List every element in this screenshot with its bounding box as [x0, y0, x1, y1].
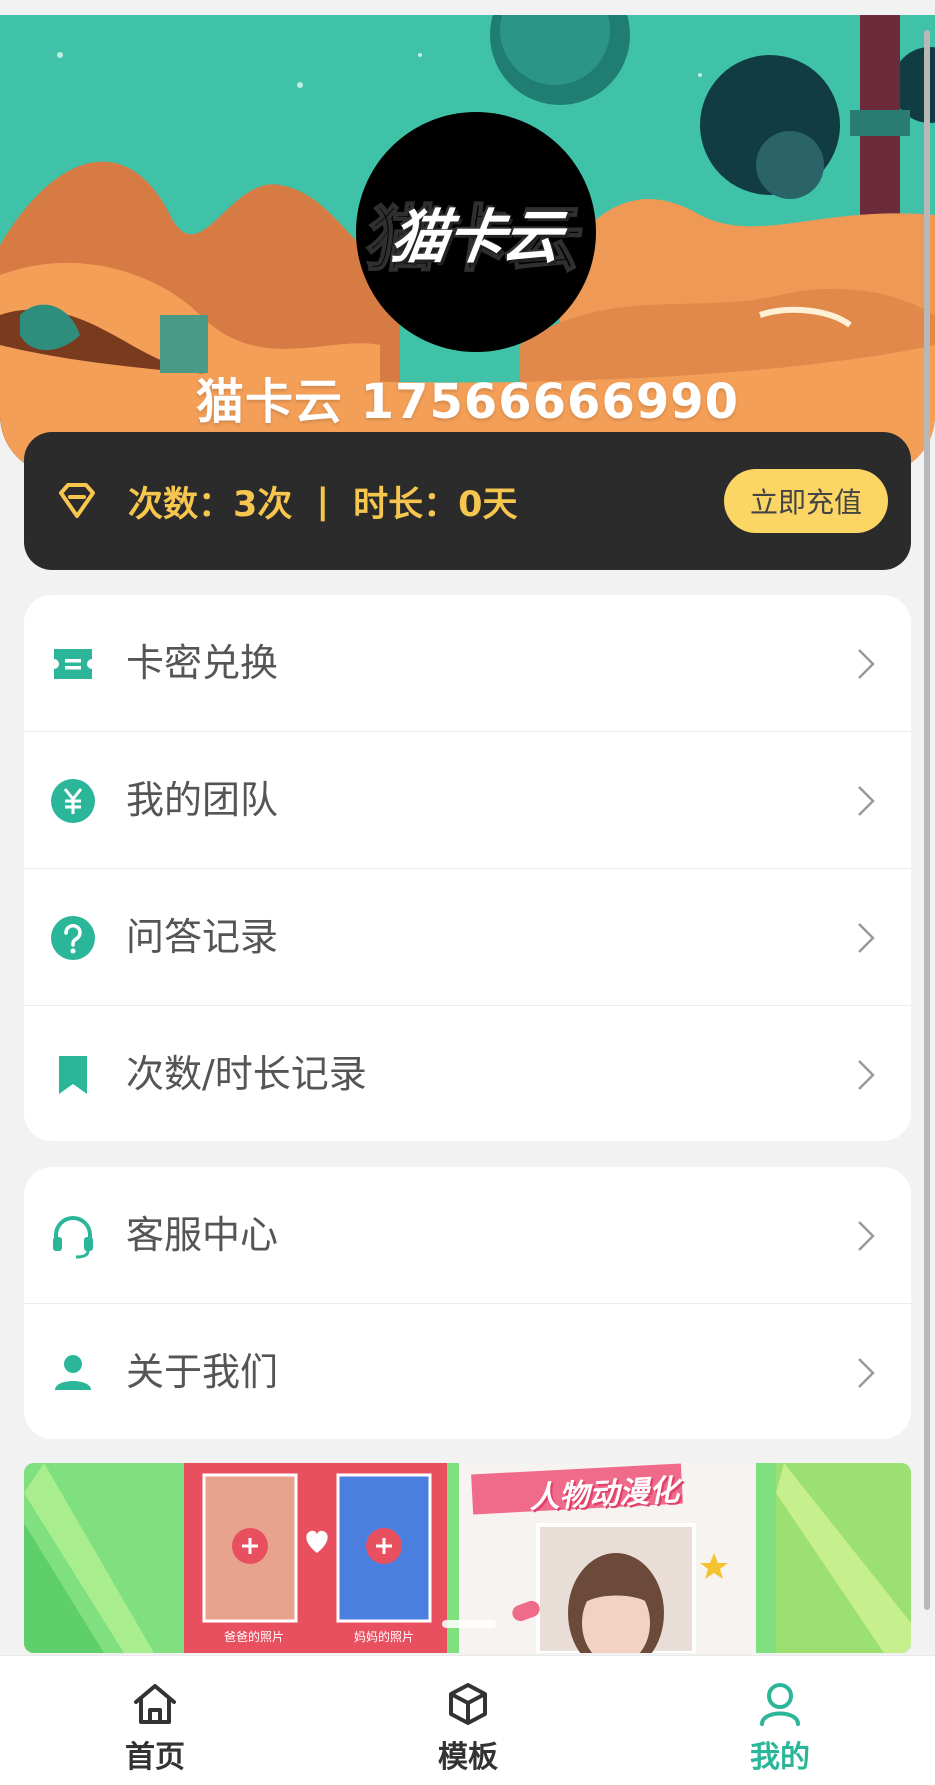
- cube-icon: [449, 1683, 487, 1725]
- menu-item-label: 我的团队: [126, 778, 279, 822]
- menu-item-label: 关于我们: [126, 1350, 279, 1394]
- support-menu-card: 客服中心 关于我们: [24, 1167, 911, 1439]
- chevron-right-icon: [858, 923, 875, 953]
- user-icon: [55, 1355, 91, 1390]
- status-bar: [0, 0, 935, 15]
- remaining-count: 次数：3次: [128, 485, 293, 525]
- banner-title: 人物动漫化: [528, 1473, 680, 1516]
- banner-caption-left: 爸爸的照片: [224, 1630, 285, 1644]
- menu-item-customer-service[interactable]: 客服中心: [24, 1167, 911, 1304]
- chevron-right-icon: [858, 1221, 875, 1251]
- menu-item-usage-records[interactable]: 次数/时长记录: [24, 1006, 911, 1141]
- menu-item-about-us[interactable]: 关于我们: [24, 1304, 911, 1439]
- stats-separator: |: [316, 481, 330, 522]
- person-icon: [760, 1683, 800, 1726]
- bookmark-icon: [59, 1056, 87, 1094]
- chevron-right-icon: [858, 649, 875, 679]
- menu-item-label: 卡密兑换: [126, 641, 279, 685]
- banner-caption-right: 妈妈的照片: [354, 1630, 415, 1644]
- avatar-logo-text: 猫卡云: [386, 203, 565, 271]
- menu-item-label: 问答记录: [126, 915, 279, 959]
- yuan-icon: [51, 779, 95, 823]
- headset-icon: [53, 1216, 93, 1259]
- tab-mine[interactable]: 我的: [700, 1656, 860, 1785]
- menu-item-label: 次数/时长记录: [126, 1052, 367, 1096]
- menu-item-redeem-card[interactable]: 卡密兑换: [24, 595, 911, 732]
- usage-stats-bar: 次数：3次 | 时长：0天 立即充值: [24, 432, 911, 570]
- question-icon: [51, 916, 95, 960]
- tab-home[interactable]: 首页: [75, 1656, 235, 1785]
- chevron-right-icon: [858, 786, 875, 816]
- tab-label: 模板: [438, 1740, 498, 1775]
- tab-templates[interactable]: 模板: [388, 1656, 548, 1785]
- bottom-tab-bar: 首页 模板 我的: [0, 1655, 935, 1785]
- tab-label: 首页: [125, 1740, 185, 1775]
- ticket-icon: [54, 649, 92, 679]
- menu-item-qa-records[interactable]: 问答记录: [24, 869, 911, 1006]
- user-avatar[interactable]: 猫卡云 猫卡云: [356, 112, 596, 352]
- carousel-indicator: [442, 1620, 496, 1628]
- chevron-right-icon: [858, 1060, 875, 1090]
- menu-item-label: 客服中心: [126, 1213, 279, 1257]
- promo-banner-carousel[interactable]: 人物动漫化 爸爸的照片 妈妈的照片: [24, 1463, 911, 1653]
- diamond-icon: [59, 483, 95, 518]
- username-phone: 猫卡云 17566666990: [195, 374, 740, 430]
- stats-text: 次数：3次 | 时长：0天: [128, 476, 518, 527]
- tab-label: 我的: [750, 1740, 810, 1775]
- recharge-button[interactable]: 立即充值: [724, 469, 888, 533]
- remaining-duration: 时长：0天: [353, 485, 518, 525]
- scrollbar[interactable]: [924, 30, 930, 1610]
- home-icon: [134, 1684, 176, 1724]
- chevron-right-icon: [858, 1358, 875, 1388]
- main-menu-card: 卡密兑换 我的团队 问答记录 次数/时长记录: [24, 595, 911, 1141]
- menu-item-my-team[interactable]: 我的团队: [24, 732, 911, 869]
